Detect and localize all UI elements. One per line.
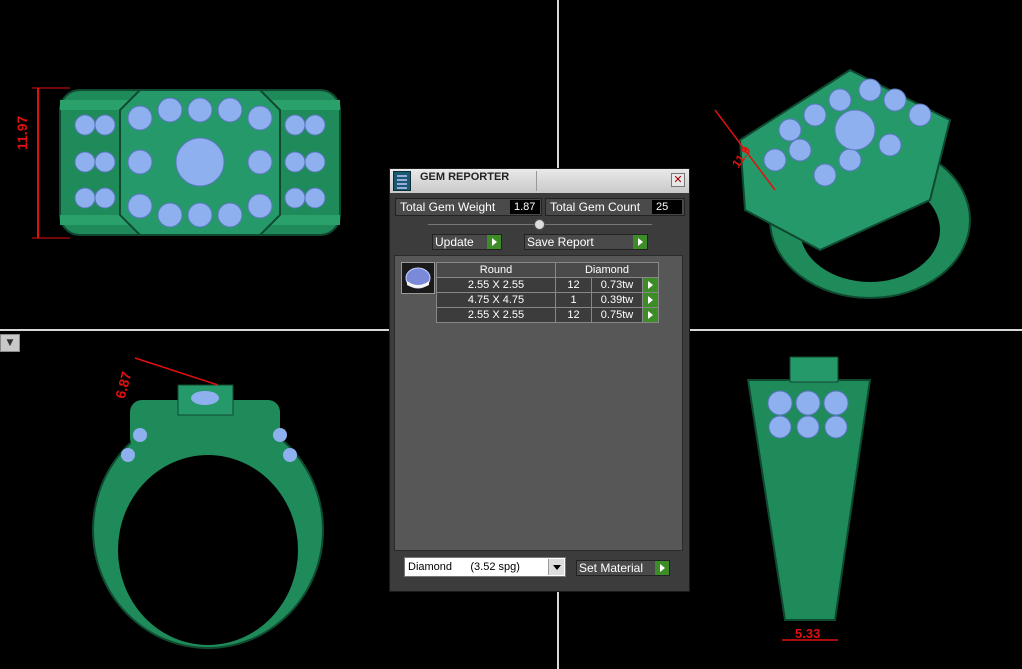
ring-top-view <box>32 87 341 239</box>
update-button-label: Update <box>435 235 474 249</box>
gem-count: 12 <box>555 307 592 323</box>
gem-reporter-panel: GEM REPORTER ✕ Total Gem Weight 1.87 Tot… <box>389 168 690 592</box>
column-header-material: Diamond <box>555 262 659 278</box>
gem-list: Round Diamond 2.55 X 2.55 12 0.73tw 4.75… <box>394 255 683 551</box>
dimension-label: 11.97 <box>14 115 30 150</box>
chevron-down-icon[interactable] <box>548 559 564 575</box>
gem-weight: 0.39tw <box>591 292 643 308</box>
ring-perspective-view <box>714 68 971 299</box>
gem-count: 1 <box>555 292 592 308</box>
total-gem-weight: Total Gem Weight 1.87 <box>395 198 542 216</box>
total-gem-weight-value: 1.87 <box>510 200 540 214</box>
panel-title: GEM REPORTER <box>420 171 510 183</box>
set-material-button[interactable]: Set Material <box>576 560 670 576</box>
total-gem-count-label: Total Gem Count <box>550 200 641 214</box>
gem-weight: 0.75tw <box>591 307 643 323</box>
save-report-button-label: Save Report <box>527 235 594 249</box>
table-header: Round Diamond <box>436 262 659 278</box>
title-separator <box>536 171 537 191</box>
save-report-button[interactable]: Save Report <box>524 234 648 250</box>
panel-slider-handle[interactable] <box>534 219 545 230</box>
total-gem-count: Total Gem Count 25 <box>545 198 685 216</box>
gem-size: 2.55 X 2.55 <box>436 307 556 323</box>
row-action-button[interactable] <box>642 277 659 293</box>
set-material-button-label: Set Material <box>579 561 644 575</box>
table-row[interactable]: 2.55 X 2.55 12 0.73tw <box>436 277 659 293</box>
row-action-button[interactable] <box>642 292 659 308</box>
diamond-icon <box>405 267 431 289</box>
viewport-menu-button[interactable]: ▼ <box>0 334 20 352</box>
material-select[interactable]: Diamond (3.52 spg) <box>404 557 566 577</box>
gem-thumbnail[interactable] <box>401 262 435 294</box>
dimension-label: 5.33 <box>795 626 821 641</box>
table-row[interactable]: 2.55 X 2.55 12 0.75tw <box>436 307 659 323</box>
total-gem-weight-label: Total Gem Weight <box>400 200 496 214</box>
total-gem-count-value: 25 <box>652 200 682 214</box>
gem-size: 4.75 X 4.75 <box>436 292 556 308</box>
table-row[interactable]: 4.75 X 4.75 1 0.39tw <box>436 292 659 308</box>
arrow-right-icon <box>487 235 501 249</box>
gem-table: Round Diamond 2.55 X 2.55 12 0.73tw 4.75… <box>436 262 659 323</box>
arrow-right-icon <box>633 235 647 249</box>
gem-weight: 0.73tw <box>591 277 643 293</box>
gem-reporter-icon <box>393 171 411 191</box>
ring-side-view <box>746 356 872 641</box>
gem-size: 2.55 X 2.55 <box>436 277 556 293</box>
panel-titlebar[interactable]: GEM REPORTER ✕ <box>390 169 689 193</box>
column-header-shape: Round <box>436 262 556 278</box>
update-button[interactable]: Update <box>432 234 502 250</box>
arrow-right-icon <box>655 561 669 575</box>
material-select-value: Diamond (3.52 spg) <box>408 561 520 573</box>
gem-count: 12 <box>555 277 592 293</box>
close-button[interactable]: ✕ <box>671 173 685 187</box>
row-action-button[interactable] <box>642 307 659 323</box>
